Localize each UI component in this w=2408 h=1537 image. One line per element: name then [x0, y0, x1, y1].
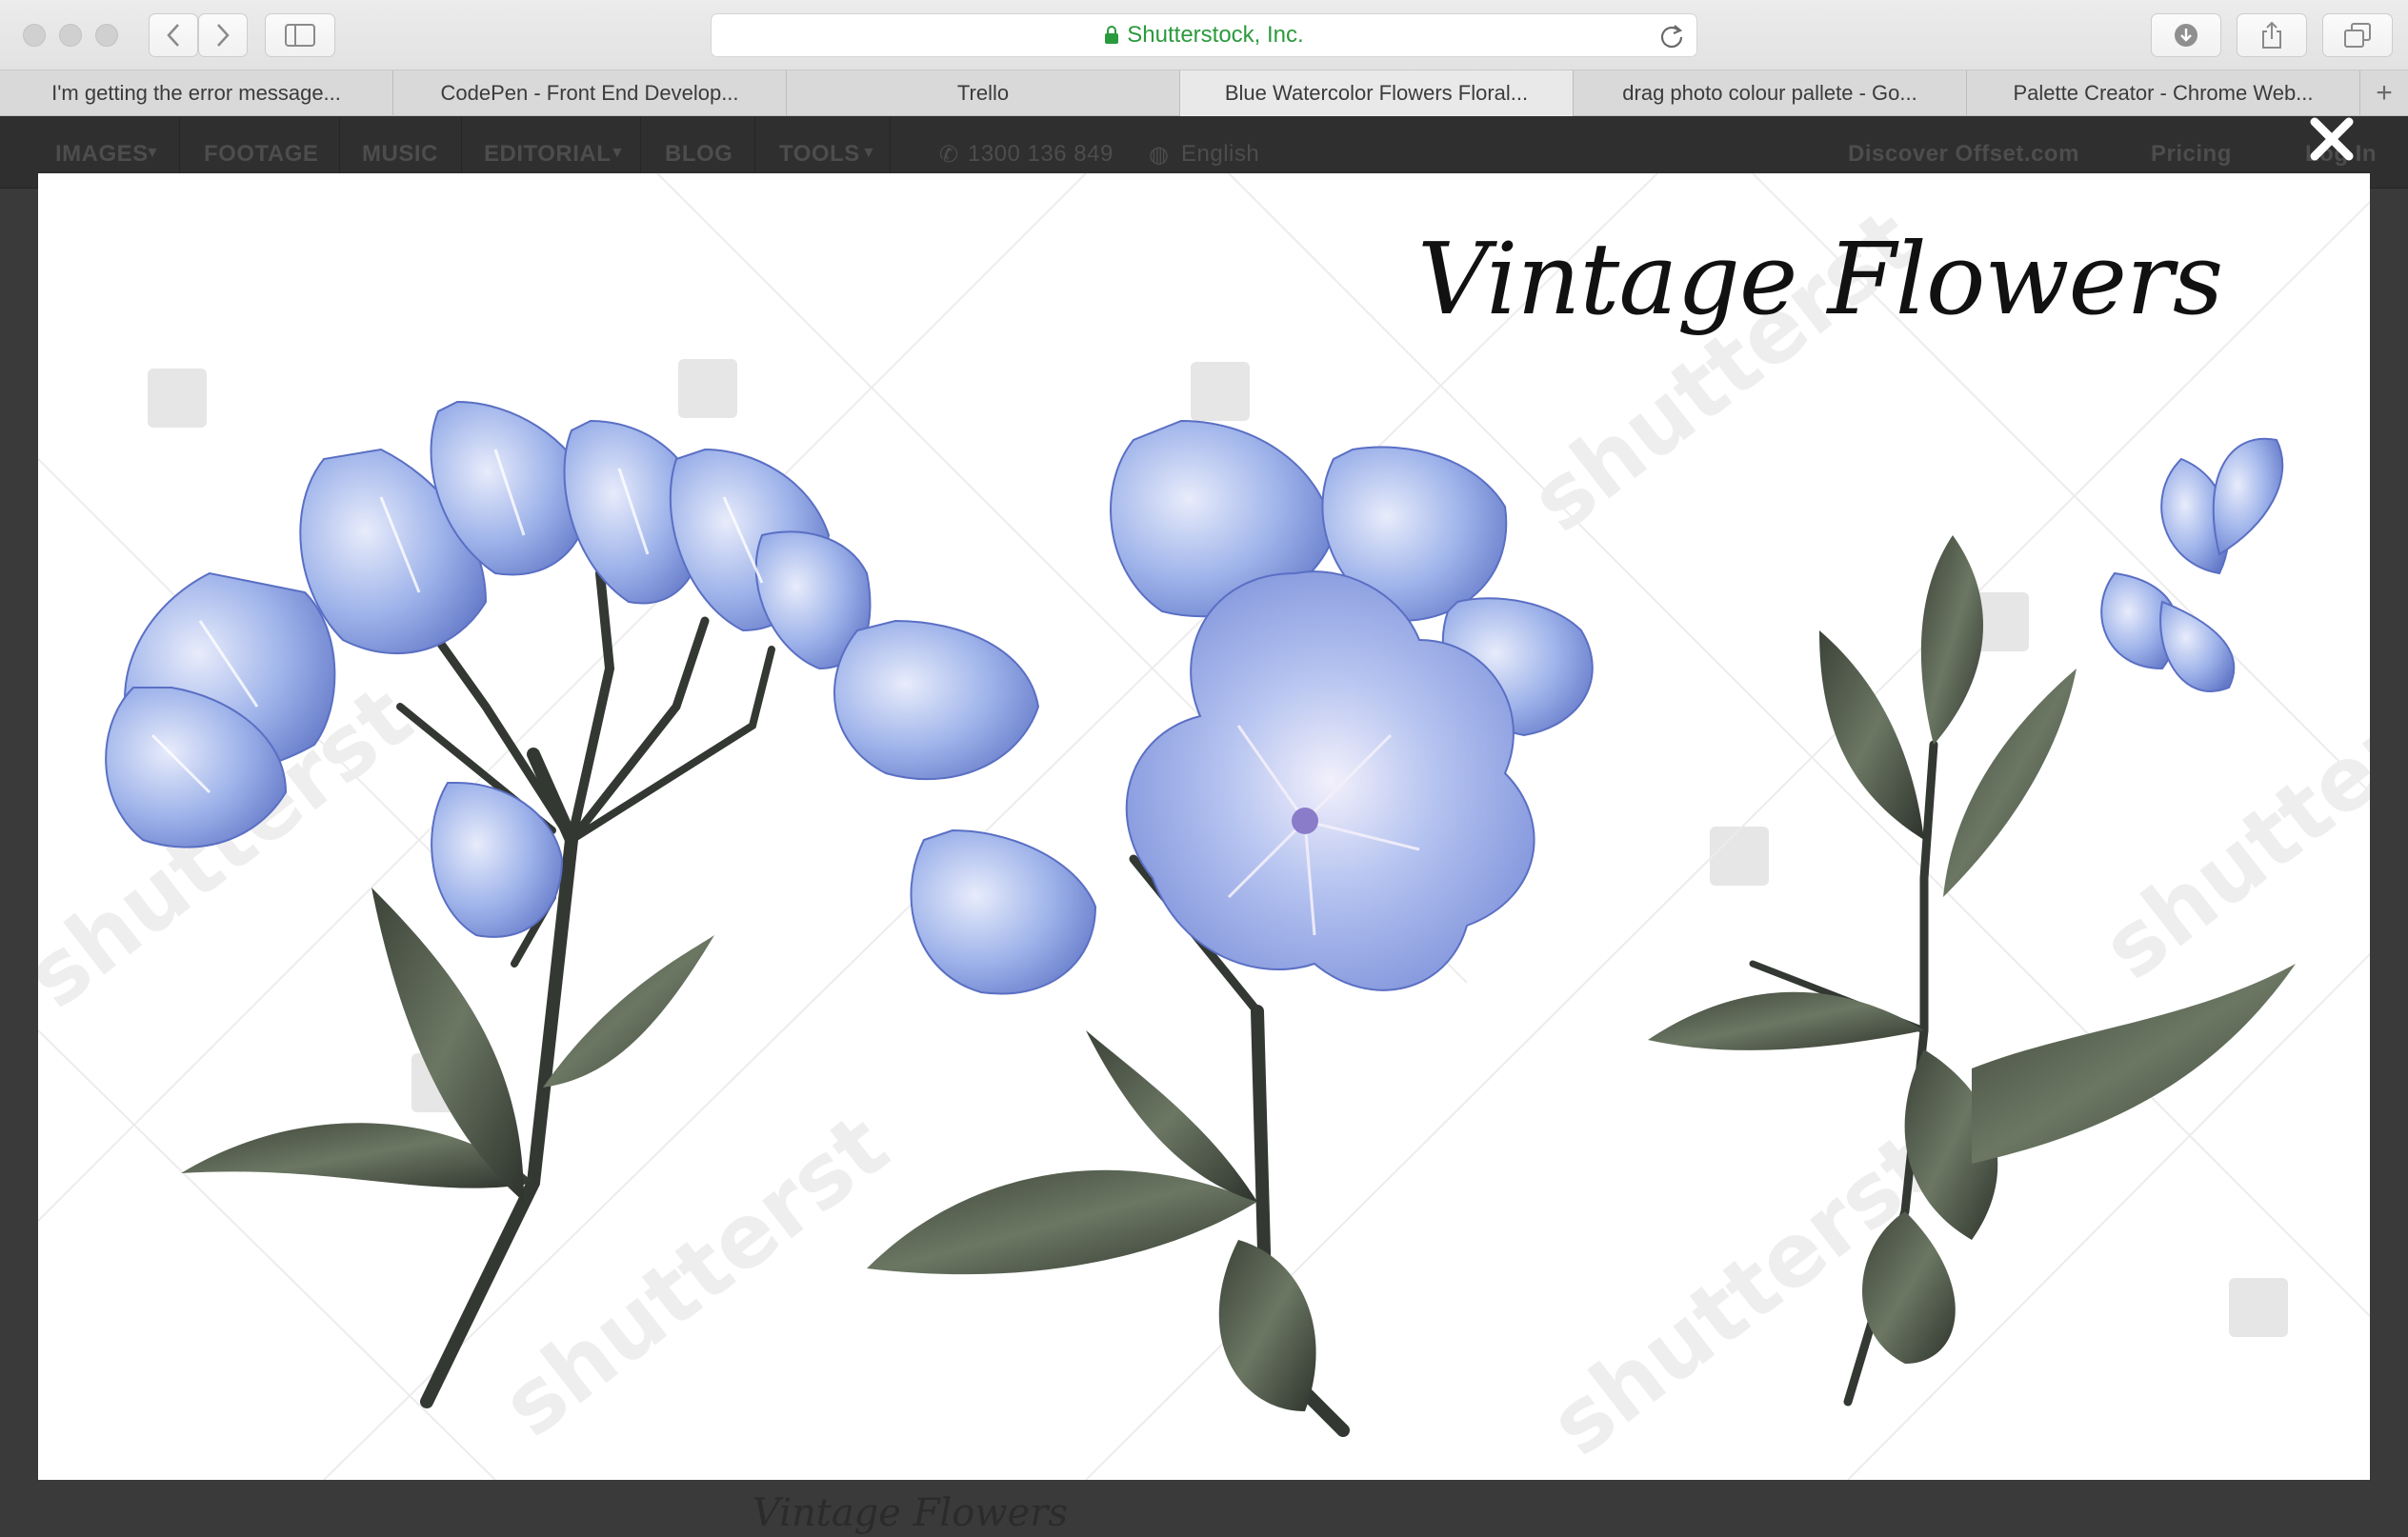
page-image-caption: Vintage Flowers — [752, 1491, 1068, 1535]
close-icon[interactable] — [2305, 112, 2358, 166]
dropdown-caret-icon: ▼ — [610, 145, 626, 161]
phone-icon: ✆ — [939, 142, 959, 168]
nav-tools[interactable]: TOOLS — [779, 141, 860, 168]
dropdown-caret-icon: ▼ — [861, 145, 877, 161]
tab-google-search[interactable]: drag photo colour pallete - Go... — [1574, 70, 1967, 116]
svg-text:shutterst: shutterst — [2084, 637, 2370, 999]
nav-language[interactable]: English — [1181, 141, 1259, 168]
tab-palette-creator[interactable]: Palette Creator - Chrome Web... — [1967, 70, 2360, 116]
lock-icon — [1105, 26, 1119, 44]
nav-editorial[interactable]: EDITORIAL — [484, 141, 611, 168]
url-text: Shutterstock, Inc. — [1127, 22, 1304, 48]
download-icon — [2175, 24, 2197, 47]
tab-overview-button[interactable] — [2322, 13, 2393, 57]
globe-icon: ◍ — [1149, 142, 1170, 168]
share-icon — [2262, 21, 2281, 49]
zoom-window-button[interactable] — [95, 24, 118, 47]
minimize-window-button[interactable] — [59, 24, 82, 47]
back-button[interactable] — [149, 13, 198, 57]
tab-trello[interactable]: Trello — [787, 70, 1180, 116]
nav-images[interactable]: IMAGES — [55, 141, 149, 168]
forward-button[interactable] — [198, 13, 248, 57]
address-bar[interactable]: Shutterstock, Inc. — [711, 13, 1697, 57]
new-tab-button[interactable]: + — [2360, 70, 2408, 115]
share-button[interactable] — [2237, 13, 2307, 57]
chevron-left-icon — [167, 24, 179, 47]
downloads-button[interactable] — [2151, 13, 2221, 57]
dropdown-caret-icon: ▼ — [145, 145, 161, 161]
sidebar-icon — [285, 24, 315, 47]
tab-codepen[interactable]: CodePen - Front End Develop... — [393, 70, 787, 116]
vintage-flowers-image: shutterst shutterst shutterst shutterst … — [38, 173, 2370, 1480]
sidebar-toggle-button[interactable] — [265, 13, 335, 57]
svg-text:shutterst: shutterst — [484, 1094, 907, 1456]
tab-bar: I'm getting the error message... CodePen… — [0, 70, 2408, 116]
tab-error-message[interactable]: I'm getting the error message... — [0, 70, 393, 116]
nav-music[interactable]: MUSIC — [362, 141, 438, 168]
nav-footage[interactable]: FOOTAGE — [204, 141, 318, 168]
tab-blue-watercolor-flowers[interactable]: Blue Watercolor Flowers Floral... — [1180, 70, 1574, 116]
nav-offset[interactable]: Discover Offset.com — [1848, 141, 2079, 168]
close-window-button[interactable] — [23, 24, 46, 47]
nav-phone[interactable]: 1300 136 849 — [968, 141, 1114, 168]
nav-pricing[interactable]: Pricing — [2151, 141, 2232, 168]
browser-toolbar: Shutterstock, Inc. — [0, 0, 2408, 70]
image-title-text: Vintage Flowers — [1417, 221, 2223, 337]
nav-blog[interactable]: BLOG — [665, 141, 732, 168]
tabs-icon — [2344, 23, 2371, 48]
reload-icon[interactable] — [1658, 23, 1685, 50]
chevron-right-icon — [217, 24, 230, 47]
image-lightbox: shutterst shutterst shutterst shutterst … — [38, 173, 2370, 1480]
